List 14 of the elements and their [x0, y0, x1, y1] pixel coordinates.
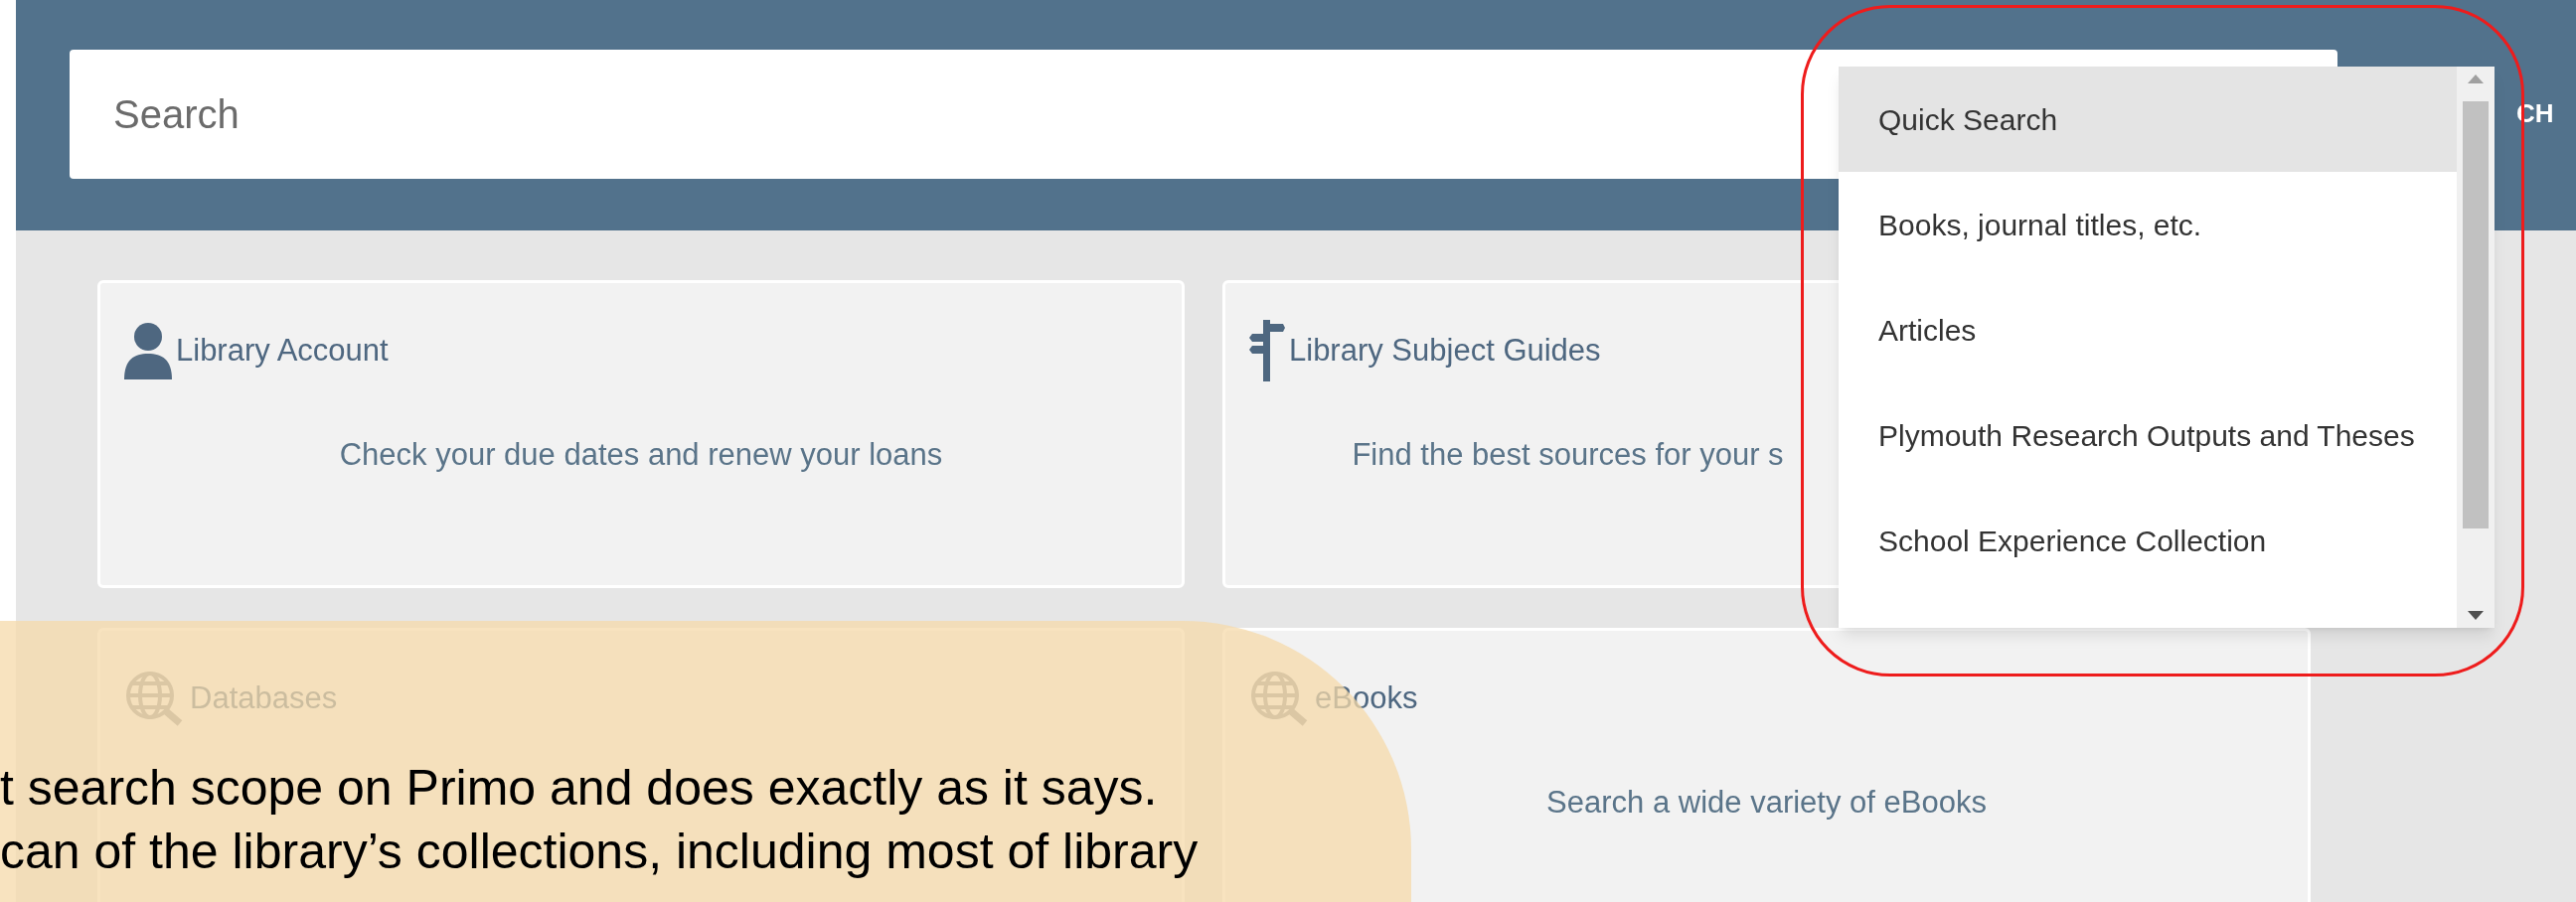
callout-text: t search scope on Primo and does exactly as it says. [0, 760, 1159, 816]
person-icon [124, 322, 172, 379]
dropdown-option[interactable]: Quick Search [1839, 67, 2457, 172]
signpost-icon [1249, 320, 1285, 381]
scrollbar[interactable] [2457, 67, 2495, 628]
scroll-down-icon[interactable] [2468, 611, 2484, 620]
card-description: Find the best sources for your s [1352, 436, 1784, 474]
card-description: Search a wide variety of eBooks [1546, 784, 1987, 822]
card-description: Check your due dates and renew your loans [339, 436, 943, 474]
callout-text: can of the library’s collections, including most of library [0, 824, 1200, 879]
card-title-link[interactable]: Library Account [176, 327, 389, 375]
scroll-up-icon[interactable] [2468, 75, 2484, 83]
card-title-link[interactable]: Library Subject Guides [1289, 327, 1601, 375]
scrollbar-thumb[interactable] [2463, 101, 2489, 528]
